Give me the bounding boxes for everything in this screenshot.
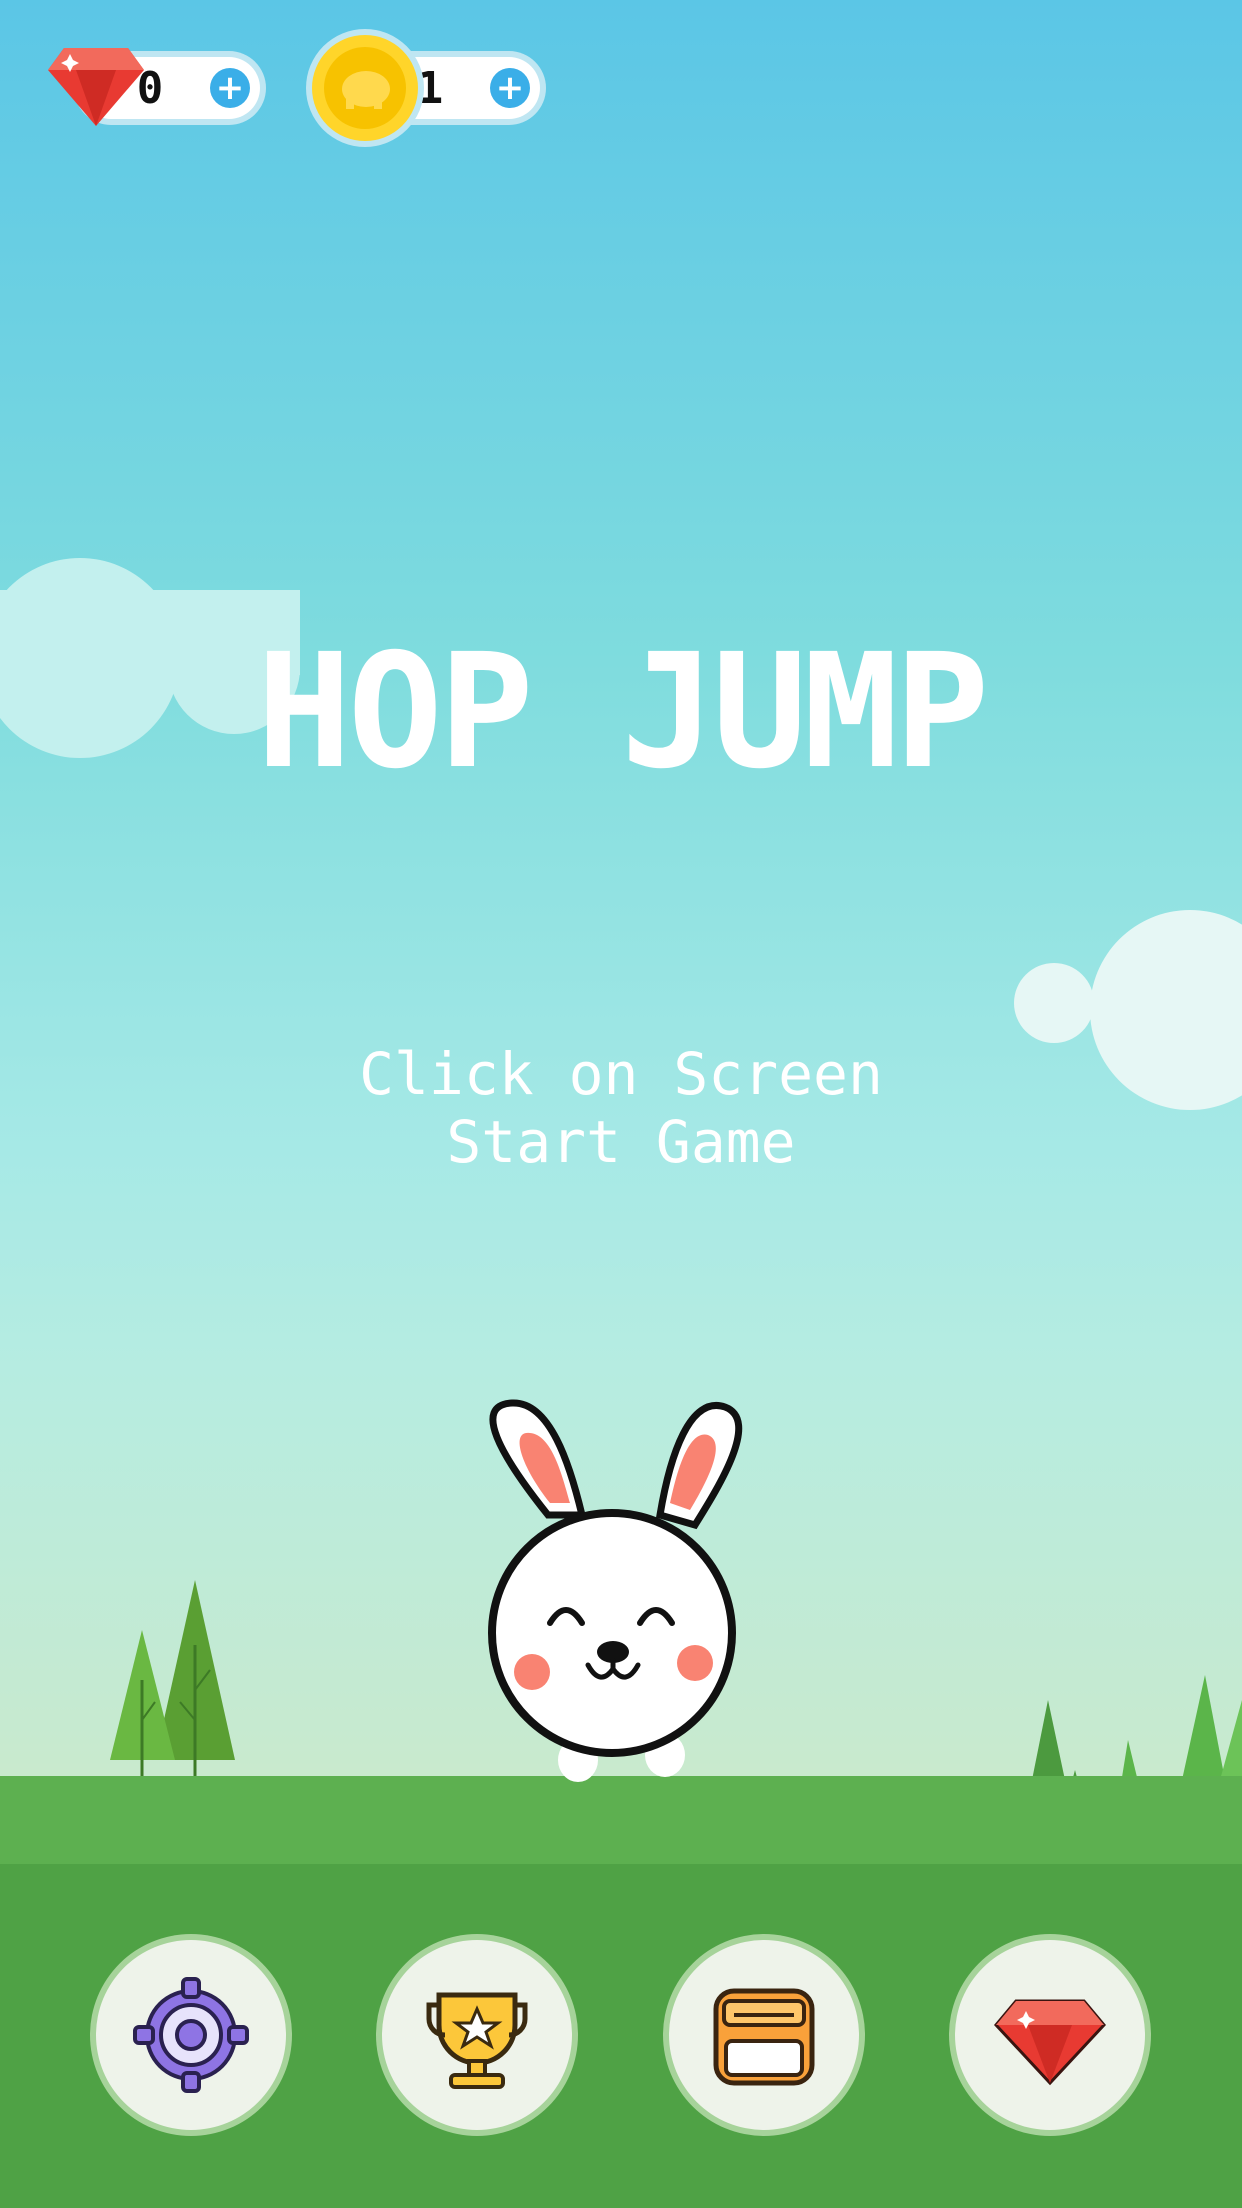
ground-top [0, 1776, 1242, 1866]
bunny-icon[interactable] [470, 1395, 750, 1785]
start-hint-line1: Click on Screen [359, 1040, 883, 1108]
game-title: HOP JUMP [256, 620, 990, 804]
gem-icon [994, 1999, 1106, 2086]
shop-icon [713, 1988, 815, 2086]
settings-button[interactable] [96, 1940, 286, 2130]
coin-icon [312, 35, 418, 141]
trees-left [110, 1580, 235, 1780]
gems-shop-button[interactable] [955, 1940, 1145, 2130]
shop-button[interactable] [669, 1940, 859, 2130]
add-coins-button[interactable]: + [490, 68, 530, 108]
start-hint-line2: Start Game [446, 1108, 796, 1176]
game-scene[interactable]: 0 + 1 + HOP JUMP Click on Screen Start G… [0, 0, 1242, 2208]
trophy-icon [426, 1992, 528, 2089]
gem-icon [48, 48, 144, 126]
leaderboard-button[interactable] [382, 1940, 572, 2130]
add-gems-button[interactable]: + [210, 68, 250, 108]
gear-icon [133, 1977, 249, 2093]
